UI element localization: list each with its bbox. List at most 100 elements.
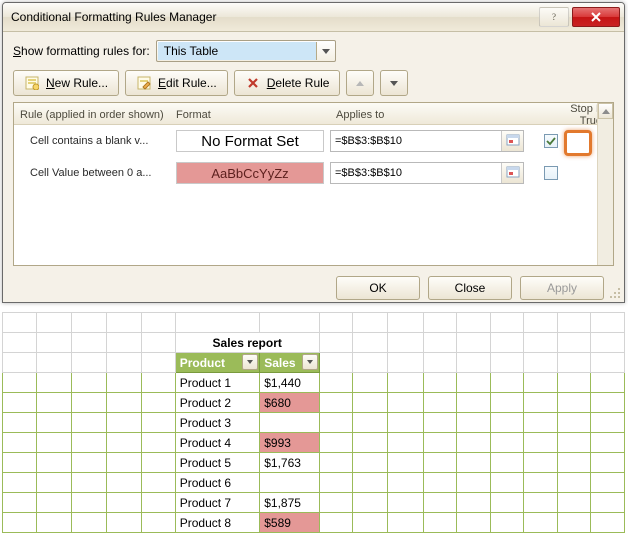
cell[interactable] [71,473,106,493]
product-cell[interactable]: Product 3 [175,413,260,433]
cell[interactable] [557,433,591,453]
product-cell[interactable]: Product 7 [175,493,260,513]
cell[interactable] [3,453,37,473]
close-dialog-button[interactable]: Close [428,276,512,300]
cell[interactable] [36,353,71,373]
cell[interactable] [388,393,423,413]
cell[interactable] [490,333,524,353]
delete-rule-button[interactable]: Delete Rule [234,70,341,96]
cell[interactable] [319,393,353,413]
cell[interactable] [175,313,260,333]
cell[interactable] [557,513,591,533]
cell[interactable] [524,493,558,513]
cell[interactable] [142,433,176,453]
sales-cell[interactable] [260,473,319,493]
cell[interactable] [423,433,457,453]
cell[interactable] [3,393,37,413]
close-button[interactable] [572,7,620,27]
cell[interactable] [457,433,491,453]
cell[interactable] [71,373,106,393]
cell[interactable] [71,493,106,513]
cell[interactable] [591,333,625,353]
cell[interactable] [353,513,388,533]
cell[interactable] [490,513,524,533]
cell[interactable] [36,513,71,533]
cell[interactable] [524,413,558,433]
cell[interactable] [142,513,176,533]
cell[interactable] [71,353,106,373]
cell[interactable] [490,393,524,413]
cell[interactable] [36,333,71,353]
cell[interactable] [457,353,491,373]
cell[interactable] [106,353,141,373]
cell[interactable] [36,453,71,473]
move-up-button[interactable] [346,70,374,96]
filter-button[interactable] [242,354,258,370]
cell[interactable] [3,433,37,453]
cell[interactable] [423,413,457,433]
cell[interactable] [36,493,71,513]
cell[interactable] [353,353,388,373]
cell[interactable] [142,373,176,393]
spreadsheet[interactable]: Sales reportProductSalesProduct 1$1,440P… [2,312,625,533]
edit-rule-button[interactable]: Edit Rule... [125,70,228,96]
column-header-product[interactable]: Product [175,353,260,373]
cell[interactable] [319,313,353,333]
cell[interactable] [36,433,71,453]
cell[interactable] [524,473,558,493]
cell[interactable] [457,493,491,513]
cell[interactable] [71,393,106,413]
cell[interactable] [3,313,37,333]
cell[interactable] [490,413,524,433]
cell[interactable] [319,413,353,433]
cell[interactable] [353,393,388,413]
cell[interactable] [353,493,388,513]
applies-to-field[interactable] [330,162,524,184]
cell[interactable] [490,353,524,373]
cell[interactable] [36,393,71,413]
cell[interactable] [353,433,388,453]
cell[interactable] [3,513,37,533]
cell[interactable] [490,433,524,453]
cell[interactable] [388,493,423,513]
cell[interactable] [71,313,106,333]
product-cell[interactable]: Product 4 [175,433,260,453]
cell[interactable] [557,413,591,433]
applies-to-input[interactable] [331,163,501,183]
cell[interactable] [106,413,141,433]
sales-cell[interactable]: $993 [260,433,319,453]
cell[interactable] [106,333,141,353]
sales-cell[interactable]: $589 [260,513,319,533]
cell[interactable] [457,453,491,473]
cell[interactable] [36,413,71,433]
cell[interactable] [3,413,37,433]
cell[interactable] [591,493,625,513]
cell[interactable] [423,473,457,493]
cell[interactable] [457,513,491,533]
cell[interactable] [423,513,457,533]
cell[interactable] [457,413,491,433]
cell[interactable] [319,513,353,533]
cell[interactable] [457,333,491,353]
cell[interactable] [423,353,457,373]
product-cell[interactable]: Product 8 [175,513,260,533]
cell[interactable] [423,313,457,333]
cell[interactable] [71,453,106,473]
cell[interactable] [423,453,457,473]
cell[interactable] [490,473,524,493]
cell[interactable] [71,433,106,453]
cell[interactable] [319,353,353,373]
cell[interactable] [423,333,457,353]
column-header-sales[interactable]: Sales [260,353,319,373]
cell[interactable] [319,473,353,493]
cell[interactable] [36,473,71,493]
cell[interactable] [423,493,457,513]
cell[interactable] [106,453,141,473]
cell[interactable] [319,453,353,473]
cell[interactable] [3,353,37,373]
cell[interactable] [490,493,524,513]
filter-button[interactable] [302,354,318,370]
ok-button[interactable]: OK [336,276,420,300]
cell[interactable] [353,333,388,353]
cell[interactable] [3,333,37,353]
